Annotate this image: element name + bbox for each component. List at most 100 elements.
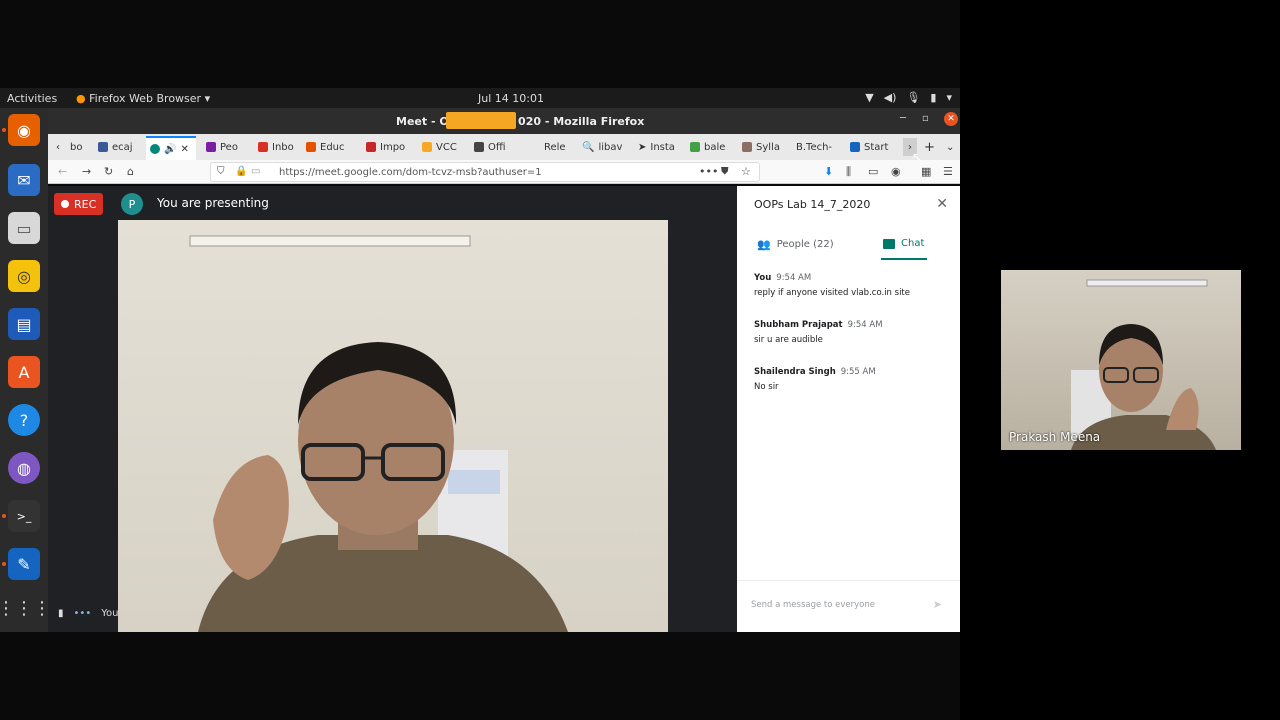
list-tabs-icon[interactable]: ⌄: [946, 138, 954, 156]
arrow-favicon-icon: ➤: [638, 141, 647, 153]
more-options-icon[interactable]: •••: [74, 608, 92, 619]
meet-favicon-icon: [150, 144, 160, 154]
tab-label: libav: [598, 141, 622, 153]
extension-icon[interactable]: ▦: [921, 165, 931, 178]
tab-label: ecaj: [112, 141, 133, 153]
reload-icon[interactable]: ↻: [104, 165, 113, 178]
firefox-icon[interactable]: ◉: [8, 114, 40, 146]
browser-tab[interactable]: ecaj: [98, 138, 138, 156]
pocket-icon[interactable]: ⛊: [721, 166, 729, 177]
tab-label: Insta: [650, 141, 675, 153]
back-icon[interactable]: ←: [58, 165, 67, 178]
presenting-status: You are presenting: [157, 196, 269, 210]
tab-chat[interactable]: Chat: [883, 238, 924, 249]
terminal-icon[interactable]: >_: [8, 500, 40, 532]
app-menu[interactable]: ● Firefox Web Browser ▾: [76, 92, 210, 105]
show-apps-icon[interactable]: ⋮⋮⋮: [0, 592, 51, 624]
close-tab-icon[interactable]: ✕: [180, 144, 188, 155]
tab-scroll-left-icon[interactable]: ‹: [56, 138, 60, 156]
browser-tab[interactable]: Peo: [206, 138, 248, 156]
screen-share-indicator[interactable]: [446, 112, 516, 129]
browser-tab[interactable]: Sylla: [742, 138, 782, 156]
browser-tab[interactable]: Start: [850, 138, 890, 156]
window-title: Meet - OC 020 - Mozilla Firefox: [396, 115, 645, 128]
tab-people[interactable]: 👥 People (22): [757, 238, 834, 251]
tab-label: Sylla: [756, 141, 780, 153]
record-dot-icon: [61, 200, 69, 208]
tray-menu-icon: ▾: [946, 91, 952, 104]
sidebar-icon[interactable]: ▭: [868, 165, 878, 178]
pin-icon[interactable]: ▮: [58, 608, 64, 619]
tab-label: Educ: [320, 141, 345, 153]
text-editor-icon[interactable]: ✎: [8, 548, 40, 580]
shield-icon[interactable]: ⛉: [217, 166, 225, 177]
browser-tab[interactable]: Educ: [306, 138, 354, 156]
message-text: sir u are audible: [754, 335, 823, 345]
help-icon[interactable]: ?: [8, 404, 40, 436]
writer-icon[interactable]: ▤: [8, 308, 40, 340]
browser-tab[interactable]: bo: [70, 138, 100, 156]
tab-label: bale: [704, 141, 726, 153]
message-time: 9:54 AM: [847, 320, 883, 330]
volume-icon: ◀): [883, 91, 897, 104]
chat-message-input[interactable]: Send a message to everyone: [751, 600, 875, 610]
browser-tab[interactable]: Inbo: [258, 138, 298, 156]
activities-button[interactable]: Activities: [7, 92, 57, 105]
minimize-icon[interactable]: ─: [900, 113, 906, 124]
library-icon[interactable]: ⫼: [846, 165, 851, 179]
bookmark-star-icon[interactable]: ☆: [741, 165, 751, 178]
message-sender: Shailendra Singh: [754, 367, 836, 377]
chat-message: Shailendra Singh 9:55 AM No sir: [754, 367, 876, 392]
new-tab-icon[interactable]: +: [924, 138, 935, 156]
home-icon[interactable]: ⌂: [127, 165, 134, 178]
account-icon[interactable]: ◉: [891, 165, 901, 178]
self-label: You: [101, 608, 119, 619]
software-center-icon[interactable]: A: [8, 356, 40, 388]
rhythmbox-icon[interactable]: ◎: [8, 260, 40, 292]
chat-bubble-icon: [883, 238, 895, 249]
browser-tab[interactable]: bale: [690, 138, 730, 156]
browser-tab[interactable]: 🔍 libav: [582, 138, 622, 156]
forward-icon[interactable]: →: [82, 165, 91, 178]
browser-tab[interactable]: B.Tech-: [796, 138, 836, 156]
people-icon: 👥: [757, 238, 771, 251]
participant-name: Prakash Meena: [1009, 430, 1101, 444]
browser-tab[interactable]: Offi: [474, 138, 514, 156]
page-actions-icon[interactable]: •••: [699, 165, 718, 178]
pip-person-image: [1071, 279, 1216, 450]
pdf-favicon-icon: [366, 142, 376, 152]
browser-tab[interactable]: VCC: [422, 138, 462, 156]
browser-globe-icon[interactable]: ◍: [8, 452, 40, 484]
thunderbird-icon[interactable]: ✉: [8, 164, 40, 196]
active-tab-meet[interactable]: 🔊 ✕: [146, 136, 196, 160]
message-sender: You: [754, 273, 772, 283]
address-bar[interactable]: ⛉ 🔒 ▭ https://meet.google.com/dom-tcvz-m…: [210, 162, 760, 182]
lock-icon[interactable]: 🔒: [235, 166, 247, 177]
browser-tab[interactable]: Impo: [366, 138, 406, 156]
maximize-icon[interactable]: ▫: [922, 113, 929, 124]
clock[interactable]: Jul 14 10:01: [478, 92, 544, 105]
send-icon[interactable]: ➤: [933, 598, 942, 611]
close-window-icon[interactable]: ✕: [944, 112, 958, 126]
menu-icon[interactable]: ☰: [943, 165, 953, 178]
close-panel-icon[interactable]: ✕: [936, 196, 948, 212]
tab-label: Offi: [488, 141, 506, 153]
system-top-bar: Activities ● Firefox Web Browser ▾ Jul 1…: [0, 88, 960, 108]
navigation-toolbar: ← → ↻ ⌂ ⛉ 🔒 ▭ https://meet.google.com/do…: [48, 160, 960, 184]
message-time: 9:55 AM: [840, 367, 876, 377]
permissions-icon[interactable]: ▭: [251, 166, 260, 177]
download-icon[interactable]: ⬇: [824, 165, 833, 178]
search-favicon-icon: 🔍: [582, 141, 595, 153]
tab-label: Start: [864, 141, 889, 153]
battery-icon: ▮: [930, 91, 937, 104]
message-text: reply if anyone visited vlab.co.in site: [754, 288, 910, 298]
browser-tab[interactable]: ➤ Insta: [638, 138, 678, 156]
browser-tab[interactable]: Rele: [544, 138, 572, 156]
message-sender: Shubham Prajapat: [754, 320, 843, 330]
floating-video-tile[interactable]: Prakash Meena: [1001, 270, 1241, 450]
system-tray[interactable]: ▼ ◀) 🎙 ▮ ▾: [865, 91, 952, 104]
tab-label: Rele: [544, 141, 566, 153]
tab-label: Peo: [220, 141, 238, 153]
files-icon[interactable]: ▭: [8, 212, 40, 244]
edu-favicon-icon: [306, 142, 316, 152]
